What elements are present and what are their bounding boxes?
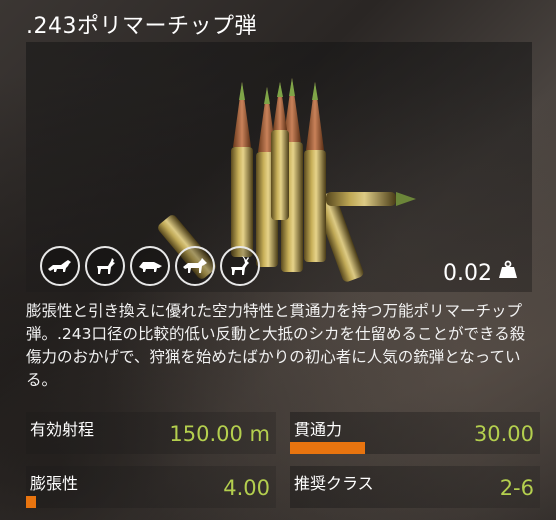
- item-description: 膨張性と引き換えに優れた空力特性と貫通力を持つ万能ポリマーチップ弾。.243口径…: [26, 302, 526, 389]
- boar-icon: [130, 246, 170, 286]
- weight-value: 0.02: [443, 260, 492, 286]
- stat-value: 30.00: [473, 422, 534, 446]
- stat-label: 推奨クラス: [294, 474, 374, 493]
- stat-value: 150.00 m: [169, 422, 270, 446]
- penetration-bar: [290, 442, 365, 454]
- fox-icon: [40, 246, 80, 286]
- deer-icon: [220, 246, 260, 286]
- stat-recommended-class: 推奨クラス 2-6: [290, 466, 540, 508]
- stat-expansion: 膨張性 4.00: [26, 466, 276, 508]
- stat-label: 有効射程: [30, 420, 95, 439]
- ammo-image-panel: 0.02: [26, 42, 532, 292]
- stat-effective-range: 有効射程 150.00 m: [26, 412, 276, 454]
- weight-icon: [498, 260, 518, 286]
- animal-class-icons: [40, 246, 260, 286]
- wolf-icon: [175, 246, 215, 286]
- expansion-bar: [26, 496, 36, 508]
- stat-label: 貫通力: [294, 420, 343, 439]
- roe-deer-icon: [85, 246, 125, 286]
- stat-penetration: 貫通力 30.00: [290, 412, 540, 454]
- weight-display: 0.02: [443, 260, 518, 286]
- item-title: .243ポリマーチップ弾: [26, 14, 257, 39]
- stat-label: 膨張性: [30, 474, 79, 493]
- stat-value: 4.00: [223, 476, 270, 500]
- stat-value: 2-6: [499, 476, 534, 500]
